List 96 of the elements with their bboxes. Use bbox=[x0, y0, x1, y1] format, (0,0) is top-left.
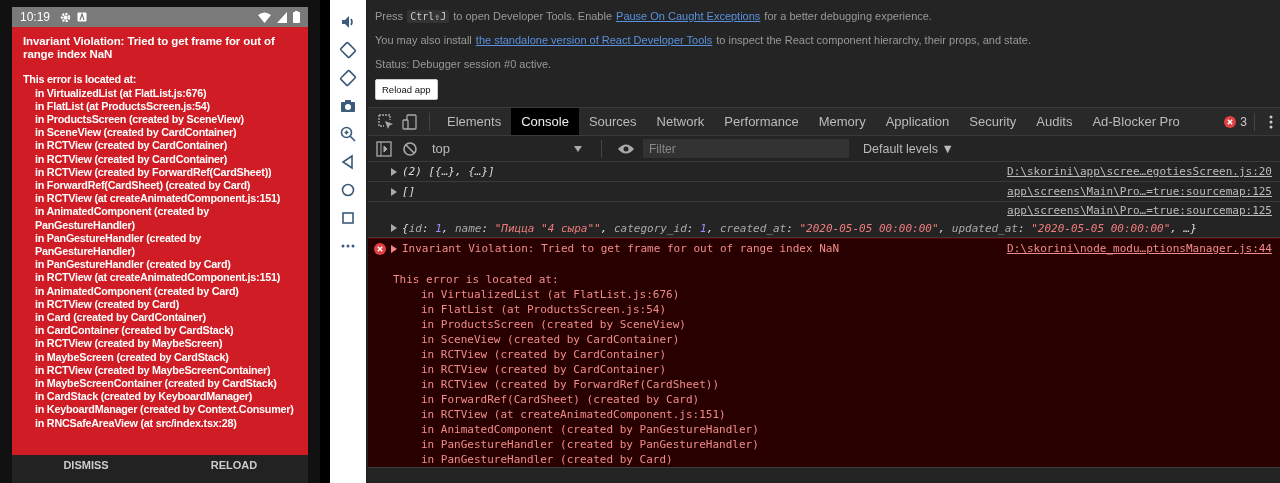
panel-tab[interactable]: Sources bbox=[578, 108, 647, 135]
stack-frame: in PanGestureHandler (created by PanGestureHandler) bbox=[23, 231, 302, 259]
info-text: Status: Debugger session #0 active. bbox=[375, 58, 552, 70]
stack-frame: in KeyboardManager (created by Context.Consumer) bbox=[23, 403, 302, 417]
stack-frame: in VirtualizedList (at FlatList.js:676) bbox=[393, 287, 1272, 302]
wifi-icon bbox=[258, 11, 271, 23]
gear-icon bbox=[60, 11, 72, 23]
stack-frame: in SceneView (created by CardContainer) bbox=[23, 126, 302, 140]
sidebar-toggle-icon[interactable] bbox=[376, 140, 392, 157]
home-circle-icon[interactable] bbox=[339, 181, 357, 199]
rotate-right-icon[interactable] bbox=[339, 69, 357, 87]
error-heading: This error is located at: bbox=[393, 272, 560, 287]
panel-tab[interactable]: Application bbox=[875, 108, 960, 135]
stack-frame: in MaybeScreen (created by CardStack) bbox=[23, 350, 302, 364]
info-text: Press bbox=[375, 10, 404, 22]
device-toggle-icon[interactable] bbox=[401, 112, 419, 131]
kebab-menu-icon[interactable] bbox=[1268, 113, 1274, 130]
inspect-cursor-icon[interactable] bbox=[377, 112, 395, 131]
error-message: Invariant Violation: Tried to get frame for out of range index NaN bbox=[402, 242, 840, 255]
stack-frame: in RNCSafeAreaView (at src/index.tsx:28) bbox=[23, 416, 302, 430]
source-link[interactable]: D:\skorini\app\scree…egotiesScreen.js:20 bbox=[1007, 165, 1272, 178]
source-link[interactable]: app\screens\Main\Pro…=true:sourcemap:125 bbox=[1007, 204, 1272, 217]
panel-tab[interactable]: Console bbox=[511, 108, 579, 135]
stack-frame: in PanGestureHandler (created by Card) bbox=[23, 258, 302, 272]
stack-frame: in SceneView (created by CardContainer) bbox=[393, 332, 1272, 347]
stack-frame: in RCTView (created by CardContainer) bbox=[393, 362, 1272, 377]
stack-frame: in RCTView (created by CardContainer) bbox=[23, 139, 302, 153]
expand-triangle-icon[interactable] bbox=[391, 244, 397, 253]
source-link[interactable]: D:\skorini\node_modu…ptionsManager.js:44 bbox=[1007, 242, 1272, 255]
keyboard-shortcut: Ctrl⇧J bbox=[407, 9, 450, 23]
expand-triangle-icon[interactable] bbox=[391, 167, 397, 176]
info-text: to open Developer Tools. Enable bbox=[453, 10, 613, 22]
error-badge-icon[interactable] bbox=[1224, 115, 1237, 128]
clock-time: 10:19 bbox=[20, 10, 51, 24]
panel-tab[interactable]: Audits bbox=[1026, 108, 1083, 135]
error-heading: This error is located at: bbox=[23, 73, 138, 87]
stack-frame: in RCTView (created by Card) bbox=[23, 297, 302, 312]
stack-frame: in RCTView (at createAnimatedComponent.js:151) bbox=[393, 407, 1272, 422]
stack-frame: in RCTView (at createAnimatedComponent.js:151) bbox=[23, 271, 302, 285]
stack-frame: in CardContainer (created by CardStack) bbox=[23, 324, 302, 338]
error-title: Invariant Violation: Tried to get frame for out of range index NaN bbox=[23, 35, 276, 62]
square-a-icon bbox=[77, 12, 88, 22]
stack-frame: in ProductsScreen (created by SceneView) bbox=[393, 317, 1272, 332]
panel-tab[interactable]: Ad-Blocker Pro bbox=[1082, 108, 1190, 135]
stack-frame: in RCTView (created by ForwardRef(CardSheet)) bbox=[23, 165, 302, 180]
link[interactable]: Pause On Caught Exceptions bbox=[616, 10, 761, 22]
log-message: (2) [{…}, {…}] bbox=[402, 165, 495, 178]
log-message: {id: 1, name: "Пицца "4 сыра"", category_id: 1, created_at: "2020-05-05 00:00:00", updated_at: "2020-05-05 00:00:00", …} bbox=[402, 221, 1197, 235]
panel-tab[interactable]: Elements bbox=[437, 108, 512, 135]
stack-frame: in ProductsScreen (created by SceneView) bbox=[23, 113, 302, 127]
stack-frame: in RCTView (created by MaybeScreenContainer) bbox=[23, 363, 302, 378]
expand-triangle-icon[interactable] bbox=[391, 224, 397, 232]
error-count[interactable]: 3 bbox=[1240, 114, 1247, 129]
battery-icon bbox=[293, 11, 300, 23]
error-icon bbox=[374, 242, 386, 255]
expand-triangle-icon[interactable] bbox=[391, 187, 397, 196]
stack-frame: in ForwardRef(CardSheet) (created by Card) bbox=[393, 392, 1272, 407]
stack-frame: in AnimatedComponent (created by Card) bbox=[23, 284, 302, 298]
stack-frame: in Card (created by CardContainer) bbox=[23, 311, 302, 325]
stack-frame: in FlatList (at ProductsScreen.js:54) bbox=[23, 99, 302, 113]
stack-frame: in ForwardRef(CardSheet) (created by Card) bbox=[23, 179, 302, 193]
stack-frame: in RCTView (created by CardContainer) bbox=[23, 152, 302, 166]
stack-frame: in MaybeScreenContainer (created by CardStack) bbox=[23, 377, 302, 391]
stack-frame: in RCTView (created by ForwardRef(CardSheet)) bbox=[393, 377, 1272, 392]
info-text: for a better debugging experience. bbox=[764, 10, 932, 22]
stack-frame: in RCTView (created by CardContainer) bbox=[393, 347, 1272, 362]
context-select[interactable]: top bbox=[426, 141, 588, 156]
info-text: You may also install bbox=[375, 34, 472, 46]
log-message: [] bbox=[402, 185, 416, 198]
clear-console-icon[interactable] bbox=[402, 140, 418, 157]
caret-icon bbox=[574, 145, 582, 152]
stack-frame: in RCTView (at createAnimatedComponent.js:151) bbox=[23, 192, 302, 206]
levels-dropdown[interactable]: Default levels ▼ bbox=[857, 140, 960, 157]
stack-frame: in CardStack (created by KeyboardManager) bbox=[23, 390, 302, 404]
link[interactable]: the standalone version of React Developer Tools bbox=[475, 34, 713, 46]
stack-frame: in PanGestureHandler (created by Card) bbox=[393, 452, 1272, 467]
stack-frame: in FlatList (at ProductsScreen.js:54) bbox=[393, 302, 1272, 317]
panel-tab[interactable]: Network bbox=[646, 108, 715, 135]
eye-icon[interactable] bbox=[617, 142, 635, 155]
zoom-icon[interactable] bbox=[339, 125, 357, 143]
stack-frame: in VirtualizedList (at FlatList.js:676) bbox=[23, 86, 302, 100]
panel-tab[interactable]: Security bbox=[959, 108, 1027, 135]
filter-field[interactable]: Filter bbox=[643, 139, 849, 158]
info-text: to inspect the React component hierarchy, their props, and state. bbox=[716, 34, 1031, 46]
reload-app-button[interactable]: Reload app bbox=[375, 79, 438, 100]
stack-frame: in AnimatedComponent (created by PanGestureHandler) bbox=[393, 422, 1272, 437]
panel-tab[interactable]: Performance bbox=[714, 108, 809, 135]
panel-tab[interactable]: Memory bbox=[808, 108, 876, 135]
stack-frame: in AnimatedComponent (created by PanGestureHandler) bbox=[23, 205, 302, 232]
signal-icon bbox=[277, 11, 287, 23]
source-link[interactable]: app\screens\Main\Pro…=true:sourcemap:125 bbox=[1007, 185, 1272, 198]
rotate-left-icon[interactable] bbox=[339, 41, 357, 59]
stack-frame: in PanGestureHandler (created by PanGestureHandler) bbox=[393, 437, 1272, 452]
stack-frame: in RCTView (created by MaybeScreen) bbox=[23, 337, 302, 351]
camera-icon[interactable] bbox=[339, 97, 357, 115]
overview-square-icon[interactable] bbox=[339, 209, 357, 227]
